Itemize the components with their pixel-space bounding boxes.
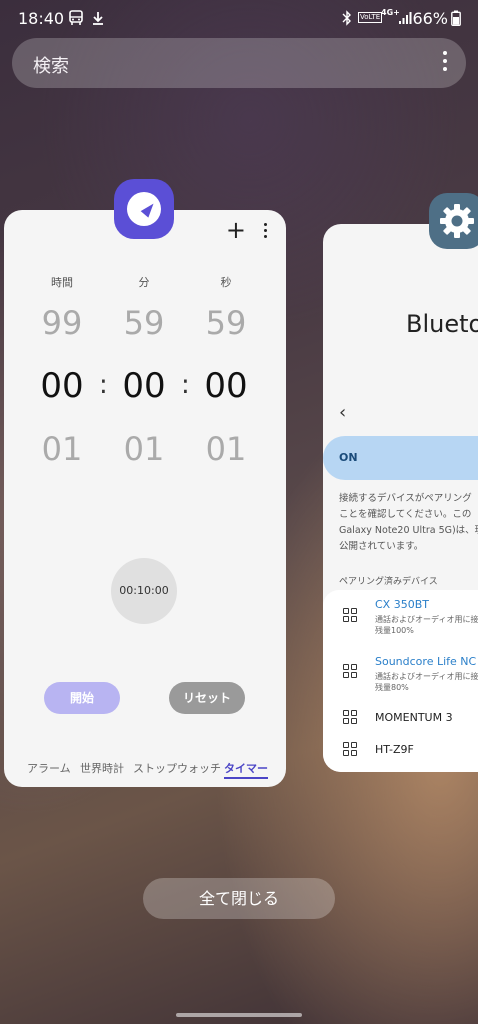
- status-time: 18:40: [18, 9, 65, 28]
- hours-next[interactable]: 01: [22, 430, 102, 468]
- paired-device-item[interactable]: HT-Z9F: [323, 736, 478, 764]
- device-battery: 残量80%: [375, 683, 409, 692]
- minutes-prev[interactable]: 59: [104, 304, 184, 342]
- seconds-prev[interactable]: 59: [186, 304, 266, 342]
- tab-timer[interactable]: タイマー: [224, 760, 268, 779]
- settings-app-icon[interactable]: [429, 193, 478, 249]
- paired-devices-list: CX 350BT 通話およびオーディオ用に接 残量100% Soundcore …: [323, 590, 478, 772]
- description-line: 公開されています。: [339, 541, 424, 552]
- card-more-icon[interactable]: [264, 223, 268, 241]
- recents-search-bar[interactable]: 検索: [12, 38, 466, 88]
- hours-label: 時間: [51, 276, 73, 289]
- bluetooth-toggle-label: ON: [339, 451, 358, 464]
- minutes-current[interactable]: 00: [104, 366, 184, 406]
- start-button[interactable]: 開始: [44, 682, 120, 714]
- reset-button[interactable]: リセット: [169, 682, 245, 714]
- device-name: CX 350BT: [375, 598, 429, 611]
- seconds-current[interactable]: 00: [186, 366, 266, 406]
- device-icon: [343, 608, 359, 624]
- seconds-next[interactable]: 01: [186, 430, 266, 468]
- paired-devices-header: ペアリング済みデバイス: [339, 577, 438, 587]
- description-line: ことを確認してください。この: [339, 509, 472, 520]
- device-name: MOMENTUM 3: [375, 711, 453, 724]
- settings-app-card[interactable]: Bluetoo ‹ ON 接続するデバイスがペアリング ことを確認してください。…: [323, 224, 478, 772]
- hours-current[interactable]: 00: [22, 366, 102, 406]
- device-icon: [343, 710, 359, 726]
- battery-icon: [451, 10, 461, 30]
- bluetooth-title: Bluetoo: [406, 310, 478, 338]
- seconds-label: 秒: [220, 276, 232, 289]
- tab-stopwatch[interactable]: ストップウォッチ: [133, 760, 221, 776]
- tab-world-clock[interactable]: 世界時計: [80, 760, 124, 776]
- add-icon[interactable]: +: [226, 216, 246, 244]
- battery-percent: 66%: [412, 9, 448, 28]
- clock-app-card[interactable]: + 時間 分 秒 99 59 59 00 : 00 : 00 01 01 01 …: [4, 210, 286, 787]
- preset-timer-button[interactable]: 00:10:00: [111, 558, 177, 624]
- tab-alarm[interactable]: アラーム: [27, 760, 71, 776]
- bluetooth-icon: [342, 10, 352, 30]
- download-icon: [92, 10, 104, 29]
- more-options-icon[interactable]: [442, 51, 448, 75]
- device-battery: 残量100%: [375, 626, 414, 635]
- device-detail: 通話およびオーディオ用に接: [375, 672, 478, 681]
- description-line: 接続するデバイスがペアリング: [339, 493, 472, 504]
- description-line: Galaxy Note20 Ultra 5G)は、現: [339, 525, 478, 536]
- gear-icon: [440, 204, 474, 238]
- gesture-nav-handle[interactable]: [176, 1013, 302, 1017]
- close-all-button[interactable]: 全て閉じる: [143, 878, 335, 919]
- status-bar: 18:40 VoLTE 4G+ 66%: [0, 0, 478, 38]
- bluetooth-toggle[interactable]: ON: [323, 436, 478, 480]
- paired-device-item[interactable]: CX 350BT 通話およびオーディオ用に接 残量100%: [323, 590, 478, 640]
- minutes-next[interactable]: 01: [104, 430, 184, 468]
- device-detail: 通話およびオーディオ用に接: [375, 615, 478, 624]
- device-name: Soundcore Life NC: [375, 655, 477, 668]
- device-icon: [343, 742, 359, 758]
- paired-device-item[interactable]: MOMENTUM 3: [323, 704, 478, 732]
- device-name: HT-Z9F: [375, 743, 414, 756]
- minutes-label: 分: [138, 276, 150, 289]
- hours-prev[interactable]: 99: [22, 304, 102, 342]
- back-icon[interactable]: ‹: [339, 402, 346, 423]
- search-placeholder: 検索: [33, 56, 69, 77]
- bluetooth-description: 接続するデバイスがペアリング ことを確認してください。この Galaxy Not…: [339, 491, 478, 555]
- device-icon: [343, 664, 359, 680]
- signal-icon: [398, 10, 412, 29]
- volte-icon: VoLTE: [358, 12, 383, 23]
- paired-device-item[interactable]: Soundcore Life NC 通話およびオーディオ用に接 残量80%: [323, 646, 478, 700]
- clock-app-icon[interactable]: [114, 179, 174, 239]
- bus-icon: [68, 10, 84, 30]
